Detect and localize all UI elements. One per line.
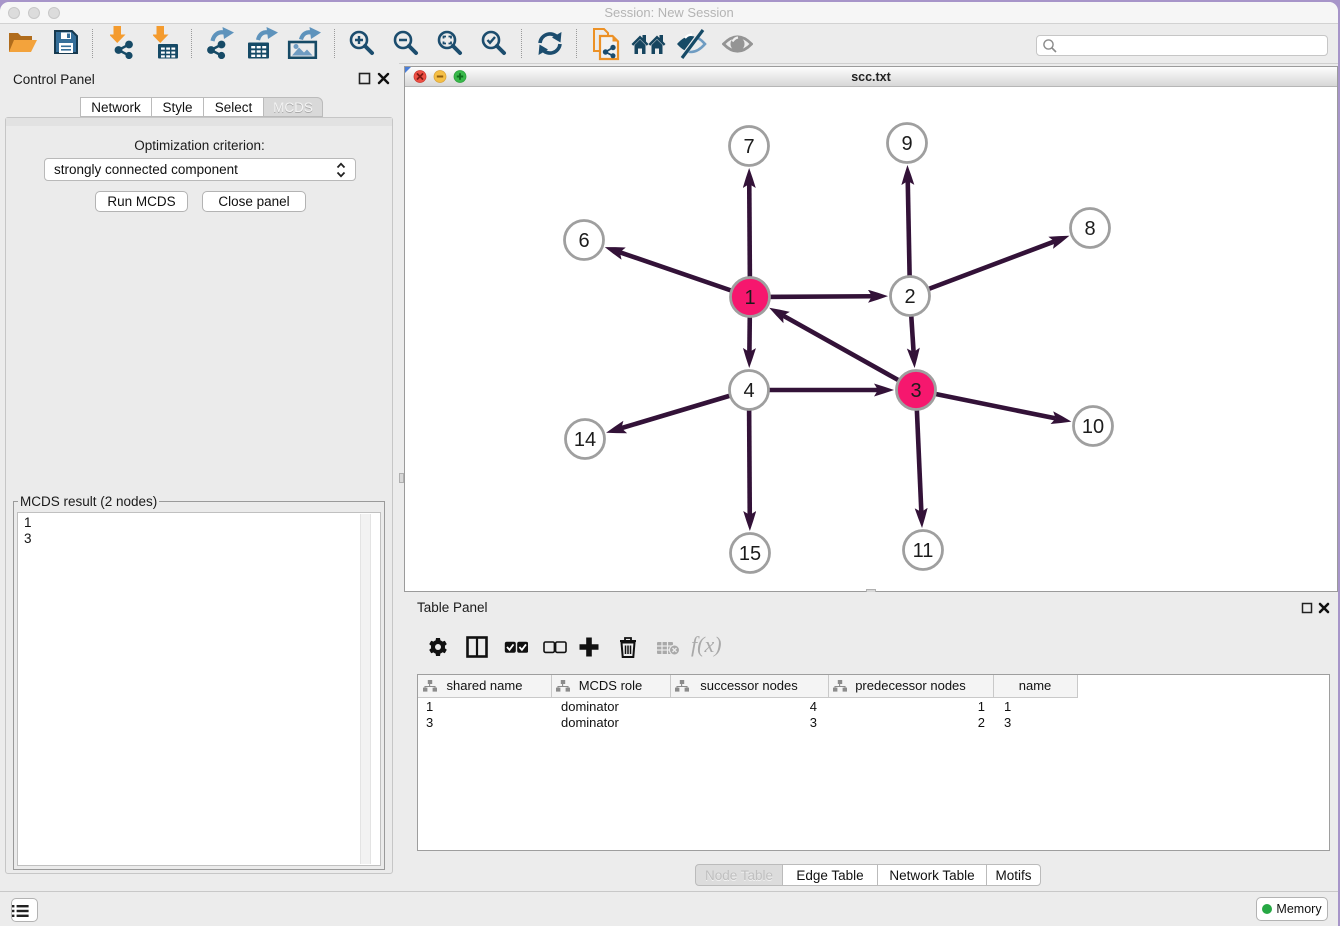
svg-text:14: 14 bbox=[574, 429, 596, 451]
svg-text:15: 15 bbox=[739, 543, 761, 565]
svg-text:6: 6 bbox=[578, 230, 589, 252]
svg-text:7: 7 bbox=[743, 136, 754, 158]
svg-text:2: 2 bbox=[904, 286, 915, 308]
svg-text:11: 11 bbox=[913, 540, 934, 562]
svg-text:4: 4 bbox=[743, 380, 754, 402]
svg-text:9: 9 bbox=[901, 133, 912, 155]
svg-text:8: 8 bbox=[1084, 218, 1095, 240]
svg-text:10: 10 bbox=[1082, 416, 1104, 438]
svg-text:3: 3 bbox=[910, 380, 921, 402]
svg-text:1: 1 bbox=[744, 287, 755, 309]
